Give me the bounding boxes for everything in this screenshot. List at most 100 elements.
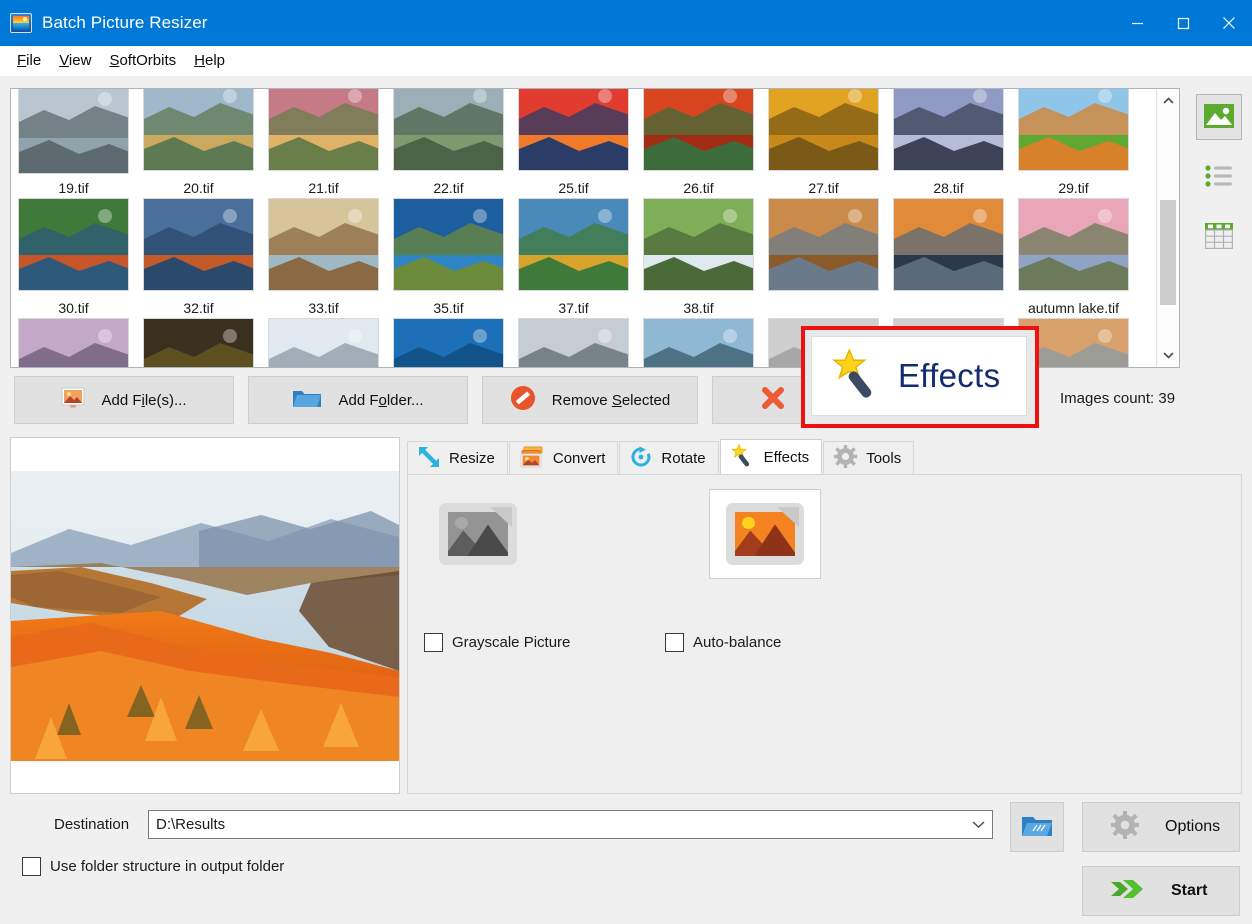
- chevron-down-icon[interactable]: [964, 818, 992, 832]
- thumbnail-item[interactable]: 11.tif: [511, 88, 636, 179]
- thumbnail-item[interactable]: 10.tif: [386, 88, 511, 179]
- thumbnail-filename: autumn lake.tif: [1011, 299, 1136, 318]
- thumbnail-item[interactable]: 32.tif: [136, 299, 261, 368]
- file-list-scrollbar[interactable]: [1156, 90, 1178, 366]
- add-image-icon: [61, 387, 85, 413]
- thumbnail-item[interactable]: 38.tif: [636, 299, 761, 368]
- thumbnail-item[interactable]: 18.tif: [1011, 88, 1136, 179]
- thumbnail-filename: 21.tif: [261, 179, 386, 198]
- thumbnail-item[interactable]: 28.tif: [886, 179, 1011, 299]
- color-preview-thumb[interactable]: [709, 489, 821, 579]
- tab-rotate[interactable]: Rotate: [619, 441, 718, 475]
- thumbnail-row: 19.tif20.tif21.tif22.tif25.tif26.tif27.t…: [11, 179, 1159, 299]
- color-picture-icon: [726, 503, 804, 565]
- thumbnail-filename: 19.tif: [11, 179, 136, 198]
- close-button[interactable]: [1206, 0, 1252, 46]
- destination-combobox[interactable]: D:\Results: [148, 810, 993, 839]
- rotate-circle-icon: [630, 446, 652, 472]
- view-mode-switcher: [1196, 94, 1242, 274]
- maximize-button[interactable]: [1160, 0, 1206, 46]
- thumbnail-item[interactable]: 33.tif: [261, 299, 386, 368]
- effect-thumbnails: [422, 489, 821, 579]
- scrollbar-thumb[interactable]: [1160, 200, 1176, 305]
- thumbnail-item[interactable]: 17.tif: [886, 88, 1011, 179]
- tab-effects[interactable]: Effects: [720, 439, 823, 475]
- list-view-button[interactable]: [1196, 154, 1242, 200]
- thumbnail-item[interactable]: 14.tif: [761, 88, 886, 179]
- close-x-icon: [760, 385, 786, 415]
- thumbnail-item[interactable]: 27.tif: [761, 179, 886, 299]
- thumbnail-image: [18, 198, 129, 291]
- tab-rotate-label: Rotate: [661, 450, 705, 467]
- effects-callout-box[interactable]: Effects: [811, 336, 1027, 416]
- grayscale-preview-thumb[interactable]: [422, 489, 534, 579]
- checkbox-box[interactable]: [22, 857, 41, 876]
- thumbnail-item[interactable]: 7.tif: [261, 88, 386, 179]
- checkbox-box[interactable]: [665, 633, 684, 652]
- auto-balance-checkbox[interactable]: Auto-balance: [665, 633, 781, 652]
- tab-tools[interactable]: Tools: [823, 441, 914, 475]
- thumbnail-item[interactable]: 20.tif: [136, 179, 261, 299]
- thumbnail-filename: 26.tif: [636, 179, 761, 198]
- menu-item-file[interactable]: File: [8, 48, 50, 73]
- thumbnail-item[interactable]: 29.tif: [1011, 179, 1136, 299]
- list-icon: [1205, 165, 1233, 190]
- grayscale-picture-label: Grayscale Picture: [452, 634, 570, 651]
- window-controls: [1114, 0, 1252, 46]
- menu-item-view[interactable]: View: [50, 48, 100, 73]
- magic-wand-icon: [832, 349, 884, 404]
- checkbox-box[interactable]: [424, 633, 443, 652]
- thumbnail-image: [1018, 198, 1129, 291]
- thumbnail-item[interactable]: 37.tif: [511, 299, 636, 368]
- thumbnail-image: [643, 318, 754, 368]
- thumbnail-filename: 20.tif: [136, 179, 261, 198]
- destination-value[interactable]: D:\Results: [149, 816, 964, 833]
- tab-resize[interactable]: Resize: [407, 441, 508, 475]
- thumbnail-filename: [886, 299, 1011, 318]
- scroll-down-arrow[interactable]: [1157, 344, 1179, 366]
- picture-icon: [1204, 104, 1234, 131]
- thumbnail-item[interactable]: 26.tif: [636, 179, 761, 299]
- thumbnail-item[interactable]: 22.tif: [386, 179, 511, 299]
- resize-arrows-icon: [418, 446, 440, 472]
- thumbnail-image: [518, 88, 629, 171]
- menu-item-help[interactable]: Help: [185, 48, 234, 73]
- thumbnail-row: 5.tif6.tif7.tif10.tif11.tif12.tif14.tif1…: [11, 88, 1159, 179]
- add-files-button[interactable]: Add File(s)...: [14, 376, 234, 424]
- thumbnail-item[interactable]: 5.tif: [11, 88, 136, 179]
- browse-destination-button[interactable]: [1010, 802, 1064, 852]
- thumbnail-item[interactable]: 6.tif: [136, 88, 261, 179]
- convert-images-icon: [520, 446, 544, 472]
- remove-selected-button[interactable]: Remove Selected: [482, 376, 698, 424]
- thumbnail-image: [768, 88, 879, 171]
- magic-wand-icon: [731, 444, 755, 472]
- grayscale-picture-checkbox[interactable]: Grayscale Picture: [424, 633, 665, 652]
- thumbnail-item[interactable]: 35.tif: [386, 299, 511, 368]
- thumbnail-image: [268, 318, 379, 368]
- thumbnail-item[interactable]: 12.tif: [636, 88, 761, 179]
- details-view-button[interactable]: [1196, 214, 1242, 260]
- tab-convert-label: Convert: [553, 450, 606, 467]
- thumbnail-filename: 28.tif: [886, 179, 1011, 198]
- thumbnail-item[interactable]: 25.tif: [511, 179, 636, 299]
- use-folder-structure-checkbox[interactable]: Use folder structure in output folder: [22, 857, 284, 876]
- thumbnail-item[interactable]: 21.tif: [261, 179, 386, 299]
- thumbnail-item[interactable]: 30.tif: [11, 299, 136, 368]
- minimize-button[interactable]: [1114, 0, 1160, 46]
- grayscale-picture-icon: [439, 503, 517, 565]
- tab-convert[interactable]: Convert: [509, 441, 619, 475]
- effects-checkbox-row: Grayscale Picture Auto-balance: [424, 633, 781, 652]
- start-button[interactable]: Start: [1082, 866, 1240, 916]
- image-preview-pane: [10, 437, 400, 794]
- thumbnail-item[interactable]: 19.tif: [11, 179, 136, 299]
- thumbnail-image: [393, 88, 504, 171]
- destination-label: Destination: [54, 816, 129, 833]
- thumbnails-view-button[interactable]: [1196, 94, 1242, 140]
- add-folder-button[interactable]: Add Folder...: [248, 376, 468, 424]
- operation-tabs: Resize Convert Rotate: [407, 439, 1242, 475]
- options-button[interactable]: Options: [1082, 802, 1240, 852]
- menu-item-softorbits[interactable]: SoftOrbits: [100, 48, 185, 73]
- scroll-up-arrow[interactable]: [1157, 90, 1179, 112]
- add-files-label: Add File(s)...: [101, 392, 186, 409]
- thumbnail-image: [268, 198, 379, 291]
